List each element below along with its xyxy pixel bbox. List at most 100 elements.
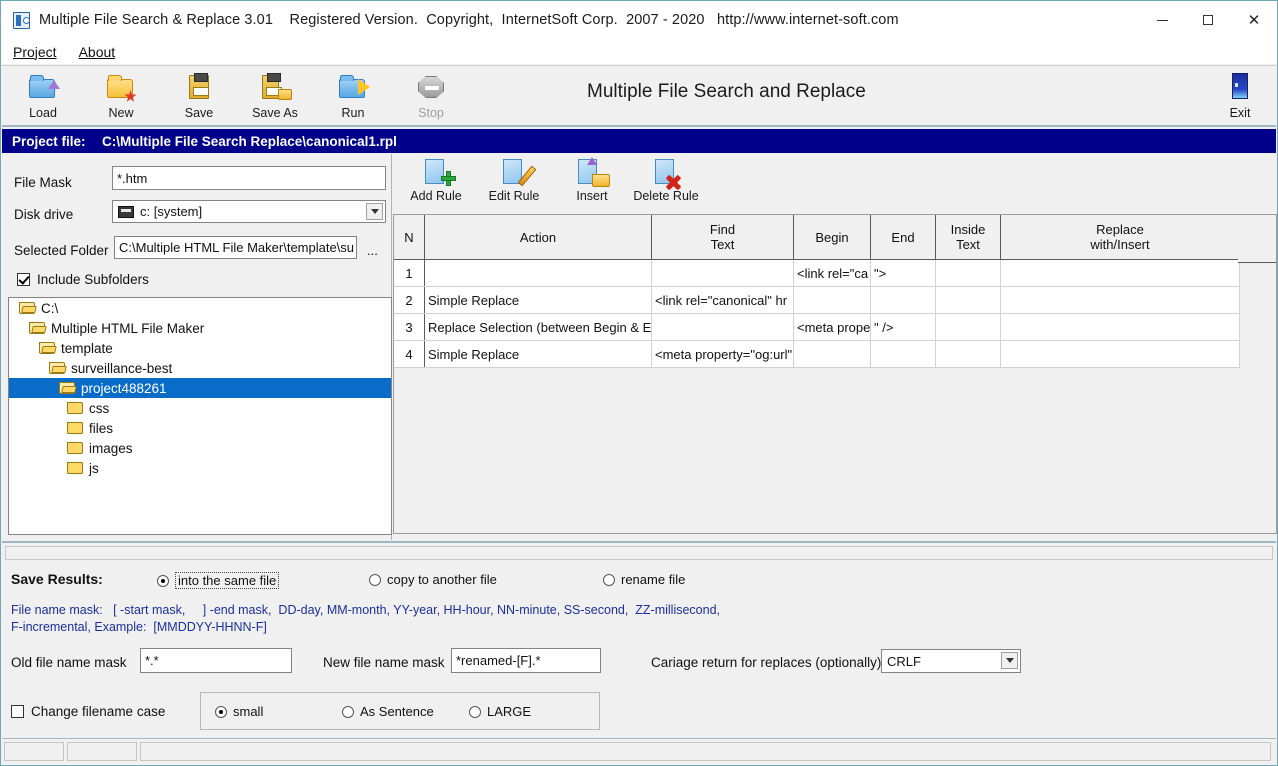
project-file-bar: Project file: C:\Multiple File Search Re… bbox=[2, 129, 1276, 153]
radio-icon bbox=[369, 573, 381, 586]
radio-into-same-file-label: into the same file bbox=[175, 572, 280, 589]
cell-find-text[interactable]: <link rel="canonical" hr bbox=[651, 286, 794, 314]
cell-begin[interactable] bbox=[793, 286, 871, 314]
cell-end[interactable]: "> bbox=[870, 259, 936, 287]
cell-begin[interactable]: <meta prope bbox=[793, 313, 871, 341]
exit-button[interactable]: Exit bbox=[1212, 69, 1268, 125]
load-button[interactable]: Load bbox=[10, 69, 76, 125]
cell-replace-with[interactable] bbox=[1000, 259, 1240, 287]
radio-case-small[interactable]: small bbox=[215, 704, 263, 719]
stop-button[interactable]: Stop bbox=[398, 69, 464, 125]
file-mask-input[interactable]: *.htm bbox=[112, 166, 386, 190]
cell-action[interactable]: Replace Selection (between Begin & E bbox=[424, 313, 652, 341]
run-button[interactable]: Run bbox=[320, 69, 386, 125]
radio-copy-to-another-file-label: copy to another file bbox=[387, 572, 497, 587]
folder-open-icon bbox=[59, 382, 75, 394]
cell-action[interactable]: Simple Replace bbox=[424, 286, 652, 314]
cell-end[interactable] bbox=[870, 340, 936, 368]
old-file-name-mask-input[interactable]: *.* bbox=[140, 648, 292, 673]
radio-into-same-file[interactable]: into the same file bbox=[157, 572, 280, 589]
menu-about[interactable]: About bbox=[77, 42, 126, 62]
radio-icon bbox=[215, 705, 227, 718]
edit-rule-icon bbox=[498, 156, 537, 188]
cell-begin[interactable] bbox=[793, 340, 871, 368]
carriage-return-combo[interactable]: CRLF bbox=[881, 649, 1021, 673]
table-row[interactable]: 4 Simple Replace <meta property="og:url" bbox=[393, 340, 1240, 368]
include-subfolders-checkbox[interactable]: Include Subfolders bbox=[17, 272, 149, 287]
tree-item[interactable]: css bbox=[9, 398, 391, 418]
edit-rule-button[interactable]: Edit Rule bbox=[473, 156, 555, 210]
insert-rule-button[interactable]: Insert bbox=[551, 156, 633, 210]
tree-item-label: files bbox=[89, 420, 114, 436]
cell-find-text[interactable] bbox=[651, 313, 794, 341]
cell-end[interactable] bbox=[870, 286, 936, 314]
maximize-button[interactable] bbox=[1185, 1, 1231, 39]
selected-folder-input[interactable]: C:\Multiple HTML File Maker\template\su bbox=[114, 236, 357, 259]
rules-table[interactable]: N Action Find Text Begin End Inside Text… bbox=[393, 214, 1240, 368]
cell-begin[interactable]: <link rel="ca bbox=[793, 259, 871, 287]
folder-icon bbox=[67, 402, 83, 414]
tree-item[interactable]: Multiple HTML File Maker bbox=[9, 318, 391, 338]
disk-drive-value: c: [system] bbox=[140, 204, 203, 219]
new-button[interactable]: New bbox=[88, 69, 154, 125]
radio-icon bbox=[469, 705, 481, 718]
rules-toolbar: Add Rule Edit Rule Insert Delete Rule bbox=[393, 154, 1277, 212]
cell-n: 4 bbox=[393, 340, 425, 368]
disk-drive-label: Disk drive bbox=[14, 207, 74, 222]
tree-item[interactable]: surveillance-best bbox=[9, 358, 391, 378]
carriage-return-value: CRLF bbox=[887, 653, 921, 669]
tree-item-label: css bbox=[89, 400, 110, 416]
cell-find-text[interactable] bbox=[651, 259, 794, 287]
new-file-name-mask-input[interactable]: *renamed-[F].* bbox=[451, 648, 601, 673]
tree-item-selected[interactable]: project488261 bbox=[9, 378, 391, 398]
cell-action[interactable]: Simple Replace bbox=[424, 340, 652, 368]
table-row[interactable]: 1 Replace Selection (between Begin & E <… bbox=[393, 259, 1240, 287]
cell-action[interactable]: Replace Selection (between Begin & E bbox=[424, 259, 652, 287]
radio-rename-file[interactable]: rename file bbox=[603, 572, 685, 587]
tree-item[interactable]: images bbox=[9, 438, 391, 458]
close-button[interactable]: ✕ bbox=[1231, 1, 1277, 39]
table-row[interactable]: 2 Simple Replace <link rel="canonical" h… bbox=[393, 286, 1240, 314]
cell-inside-text[interactable] bbox=[935, 313, 1001, 341]
folder-icon bbox=[67, 462, 83, 474]
radio-copy-to-another-file[interactable]: copy to another file bbox=[369, 572, 497, 587]
tree-item[interactable]: js bbox=[9, 458, 391, 478]
col-begin: Begin bbox=[793, 214, 871, 260]
cell-end[interactable]: " /> bbox=[870, 313, 936, 341]
browse-folder-button[interactable]: ... bbox=[367, 243, 378, 258]
app-icon bbox=[13, 11, 30, 29]
cell-replace-with[interactable] bbox=[1000, 340, 1240, 368]
stop-button-label: Stop bbox=[418, 106, 444, 120]
delete-rule-button[interactable]: Delete Rule bbox=[625, 156, 707, 210]
disk-drive-combo[interactable]: c: [system] bbox=[112, 200, 386, 223]
cell-inside-text[interactable] bbox=[935, 286, 1001, 314]
save-button[interactable]: Save bbox=[166, 69, 232, 125]
carriage-return-label: Cariage return for replaces (optionally) bbox=[651, 655, 882, 670]
save-as-button[interactable]: Save As bbox=[242, 69, 308, 125]
filename-mask-hint-line1: File name mask: [ -start mask, ] -end ma… bbox=[11, 603, 720, 617]
splitter-strip[interactable] bbox=[2, 541, 1276, 561]
cell-replace-with[interactable] bbox=[1000, 313, 1240, 341]
add-rule-button[interactable]: Add Rule bbox=[395, 156, 477, 210]
folder-icon bbox=[67, 422, 83, 434]
minimize-button[interactable] bbox=[1139, 1, 1185, 39]
tree-item[interactable]: C:\ bbox=[9, 298, 391, 318]
load-button-label: Load bbox=[29, 106, 57, 120]
tree-item[interactable]: files bbox=[9, 418, 391, 438]
cell-inside-text[interactable] bbox=[935, 340, 1001, 368]
chevron-down-icon[interactable] bbox=[366, 203, 383, 220]
folder-open-icon bbox=[49, 362, 65, 374]
selected-folder-label: Selected Folder bbox=[14, 243, 109, 258]
tree-item[interactable]: template bbox=[9, 338, 391, 358]
chevron-down-icon[interactable] bbox=[1001, 652, 1018, 669]
radio-case-as-sentence[interactable]: As Sentence bbox=[342, 704, 434, 719]
folder-tree[interactable]: C:\ Multiple HTML File Maker template su… bbox=[8, 297, 392, 535]
cell-find-text[interactable]: <meta property="og:url" bbox=[651, 340, 794, 368]
change-filename-case-checkbox[interactable]: Change filename case bbox=[11, 704, 165, 719]
new-folder-icon bbox=[105, 71, 137, 103]
menu-project[interactable]: Project bbox=[11, 42, 67, 62]
cell-replace-with[interactable] bbox=[1000, 286, 1240, 314]
table-row[interactable]: 3 Replace Selection (between Begin & E <… bbox=[393, 313, 1240, 341]
cell-inside-text[interactable] bbox=[935, 259, 1001, 287]
radio-case-large[interactable]: LARGE bbox=[469, 704, 531, 719]
